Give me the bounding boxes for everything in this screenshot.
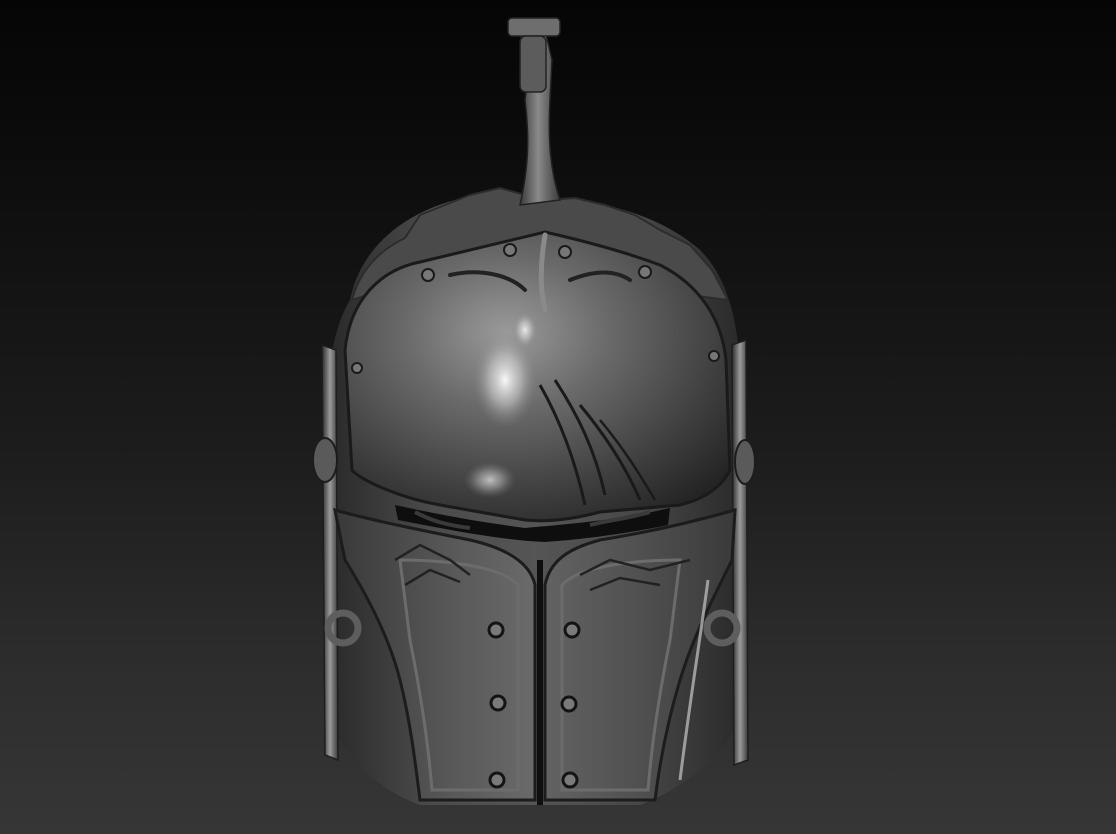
left-hinge: [312, 437, 338, 483]
rivet: [351, 362, 363, 374]
right-hinge: [734, 439, 756, 485]
rivet: [560, 695, 578, 713]
rivet: [558, 245, 572, 259]
left-rim: [321, 343, 339, 762]
rivet: [563, 621, 581, 639]
rivet: [489, 694, 507, 712]
3d-viewport[interactable]: [0, 0, 1116, 834]
dome-highlight: [513, 312, 537, 348]
rivet: [487, 621, 505, 639]
rivet: [561, 771, 579, 789]
rivet: [503, 243, 517, 257]
rivet: [708, 350, 720, 362]
dome-plate: [343, 230, 732, 523]
rivet: [421, 268, 435, 282]
crest-tip: [507, 17, 561, 37]
rivet: [488, 771, 506, 789]
right-rim: [731, 338, 749, 767]
crest-stem: [519, 35, 547, 93]
rivet: [638, 265, 652, 279]
helmet-model[interactable]: [0, 0, 1116, 834]
dome-highlight: [464, 462, 516, 498]
